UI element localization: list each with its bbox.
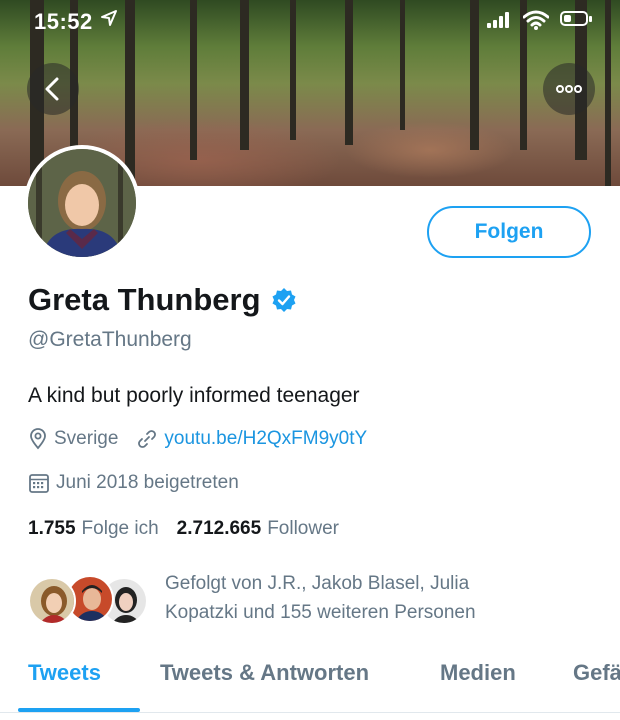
meta-location-link: Sverige youtu.be/H2QxFM9y0tY (28, 428, 367, 450)
tab-tweets[interactable]: Tweets (28, 660, 101, 686)
followers-label: Follower (267, 518, 339, 539)
chevron-left-icon (45, 77, 59, 101)
profile-avatar[interactable] (24, 145, 140, 261)
location-arrow-icon (100, 9, 118, 32)
followed-by-text: Gefolgt von J.R., Jakob Blasel, Julia Ko… (165, 569, 565, 627)
joined-text: Juni 2018 beigetreten (56, 472, 239, 493)
tab-likes[interactable]: Gefä (573, 660, 620, 686)
following-link[interactable]: 1.755 Folge ich (28, 518, 159, 540)
status-bar: 15:52 (0, 0, 620, 40)
status-time: 15:52 (34, 9, 93, 34)
tabs-divider (0, 712, 620, 713)
location-text: Sverige (54, 428, 119, 449)
following-count: 1.755 (28, 518, 76, 539)
following-label: Folge ich (81, 518, 159, 539)
name-row: Greta Thunberg (28, 282, 297, 318)
profile-bio: A kind but poorly informed teenager (28, 384, 360, 407)
profile-tabs: Tweets Tweets & Antworten Medien Gefä (0, 650, 620, 712)
follow-counts: 1.755 Folge ich 2.712.665 Follower (28, 518, 339, 540)
followed-by-line-2: Kopatzki und 155 weiteren Personen (165, 602, 476, 623)
avatar-image (28, 149, 136, 257)
website-link[interactable]: youtu.be/H2QxFM9y0tY (164, 428, 367, 450)
calendar-icon (29, 474, 49, 493)
battery-icon (560, 11, 592, 26)
follow-button[interactable]: Folgen (427, 206, 591, 258)
more-button[interactable] (543, 63, 595, 115)
back-button[interactable] (27, 63, 79, 115)
link-icon (138, 430, 157, 448)
display-name: Greta Thunberg (28, 282, 261, 317)
followed-by-line-1: Gefolgt von J.R., Jakob Blasel, Julia (165, 573, 470, 594)
followers-count: 2.712.665 (176, 518, 262, 539)
signal-icon (487, 12, 515, 28)
verified-badge-icon (272, 288, 296, 312)
more-icon (556, 85, 582, 93)
tab-tweets-replies[interactable]: Tweets & Antworten (160, 660, 369, 686)
user-handle: @GretaThunberg (28, 328, 192, 351)
wifi-icon (522, 10, 550, 35)
followers-link[interactable]: 2.712.665 Follower (177, 518, 339, 540)
location-pin-icon (30, 428, 46, 450)
follower-avatar (28, 577, 76, 625)
tab-media[interactable]: Medien (440, 660, 516, 686)
meta-joined: Juni 2018 beigetreten (28, 472, 239, 494)
